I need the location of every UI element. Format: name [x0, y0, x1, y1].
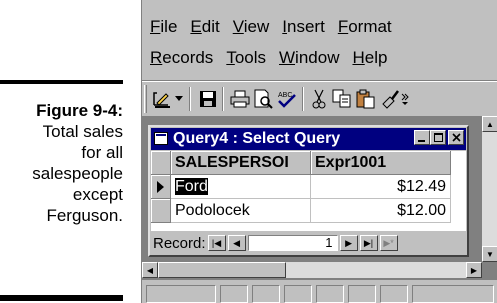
toolbar-separator: [302, 87, 304, 111]
toolbar-separator: [222, 87, 224, 111]
datasheet-grid: SALESPERSOI Expr1001 Ford $12.49 Podoloc…: [151, 151, 466, 231]
restore-icon[interactable]: [430, 130, 446, 145]
menu-insert[interactable]: Insert: [282, 17, 325, 39]
design-view-icon[interactable]: [151, 88, 173, 110]
menu-records[interactable]: Records: [150, 48, 213, 70]
caption-line: Total sales: [42, 122, 123, 141]
paste-icon[interactable]: [355, 88, 377, 110]
print-preview-icon[interactable]: [252, 88, 274, 110]
menu-tools[interactable]: Tools: [226, 48, 266, 70]
save-icon[interactable]: [197, 88, 219, 110]
cut-icon[interactable]: [308, 88, 330, 110]
table-cell[interactable]: $12.00: [311, 199, 451, 223]
svg-text:ABC: ABC: [278, 92, 292, 99]
menu-row: File Edit View Insert Format: [150, 17, 392, 39]
format-painter-icon[interactable]: [379, 88, 401, 110]
scroll-left-icon[interactable]: ◀: [142, 262, 158, 278]
dropdown-arrow-icon[interactable]: [173, 88, 185, 110]
copy-icon[interactable]: [331, 88, 353, 110]
table-cell[interactable]: $12.49: [311, 175, 451, 199]
table-cell[interactable]: Podolocek: [171, 199, 311, 223]
datasheet-icon: [154, 132, 168, 145]
menu-row: Records Tools Window Help: [150, 48, 387, 70]
status-panel: [348, 285, 376, 303]
status-panel: [316, 285, 344, 303]
first-record-icon[interactable]: |◀: [207, 235, 226, 251]
next-record-icon[interactable]: ▶: [339, 235, 358, 251]
horizontal-scroll-thumb[interactable]: [158, 262, 286, 278]
select-all-corner[interactable]: [151, 151, 171, 175]
record-number-input[interactable]: 1: [247, 235, 338, 251]
current-record-arrow-icon: [157, 181, 164, 193]
record-navigator: Record: |◀ ◀ 1 ▶ ▶| ▶*: [151, 233, 466, 253]
scroll-up-icon[interactable]: ▲: [482, 116, 497, 132]
figure-caption: Figure 9-4: Total sales for all salespeo…: [0, 100, 123, 226]
status-panel: [252, 285, 280, 303]
query-window[interactable]: Query4 : Select Query SALESPERSOI Expr10…: [148, 125, 469, 257]
caption-line: for all: [81, 143, 123, 162]
access-window: File Edit View Insert Format Records Too…: [141, 0, 497, 303]
scroll-right-icon[interactable]: ▶: [466, 262, 482, 278]
caption-line: Ferguson.: [46, 206, 123, 225]
menu-file[interactable]: File: [150, 17, 177, 39]
status-panel: [284, 285, 312, 303]
table-cell[interactable]: Ford: [171, 175, 311, 199]
print-icon[interactable]: [229, 88, 251, 110]
spelling-icon[interactable]: ABC: [276, 88, 298, 110]
status-panel: [380, 285, 408, 303]
record-selector[interactable]: [151, 175, 171, 199]
close-icon[interactable]: [448, 130, 464, 145]
caption-top-rule: [0, 80, 123, 84]
toolbar-overflow-icon[interactable]: [400, 88, 410, 110]
column-header-expr1001[interactable]: Expr1001: [311, 151, 451, 175]
menu-edit[interactable]: Edit: [190, 17, 219, 39]
status-panel: [412, 285, 494, 303]
scroll-down-icon[interactable]: ▼: [482, 246, 497, 262]
menu-format[interactable]: Format: [338, 17, 392, 39]
new-record-icon[interactable]: ▶*: [379, 235, 398, 251]
record-label: Record:: [153, 234, 206, 252]
last-record-icon[interactable]: ▶|: [359, 235, 378, 251]
status-panel: [146, 285, 216, 303]
status-panel: [220, 285, 248, 303]
menu-window[interactable]: Window: [279, 48, 339, 70]
prev-record-icon[interactable]: ◀: [227, 235, 246, 251]
caption-line: except: [72, 185, 123, 204]
record-selector[interactable]: [151, 199, 171, 223]
vertical-scrollbar[interactable]: ▲ ▼: [482, 116, 497, 262]
status-bar: [142, 281, 497, 303]
figure-label: Figure 9-4:: [36, 101, 123, 120]
toolbar: ABC: [142, 80, 497, 116]
caption-line: salespeople: [32, 164, 123, 183]
menu-bar: File Edit View Insert Format Records Too…: [142, 0, 497, 80]
query-title: Query4 : Select Query: [173, 130, 341, 147]
column-header-salesperson[interactable]: SALESPERSOI: [171, 151, 311, 175]
menu-view[interactable]: View: [233, 17, 270, 39]
horizontal-scrollbar[interactable]: ◀ ▶: [142, 262, 482, 278]
toolbar-separator: [189, 87, 191, 111]
minimize-icon[interactable]: [414, 130, 430, 145]
menu-help[interactable]: Help: [352, 48, 387, 70]
toolbar-grip[interactable]: [144, 85, 147, 113]
caption-bottom-rule: [0, 295, 123, 301]
